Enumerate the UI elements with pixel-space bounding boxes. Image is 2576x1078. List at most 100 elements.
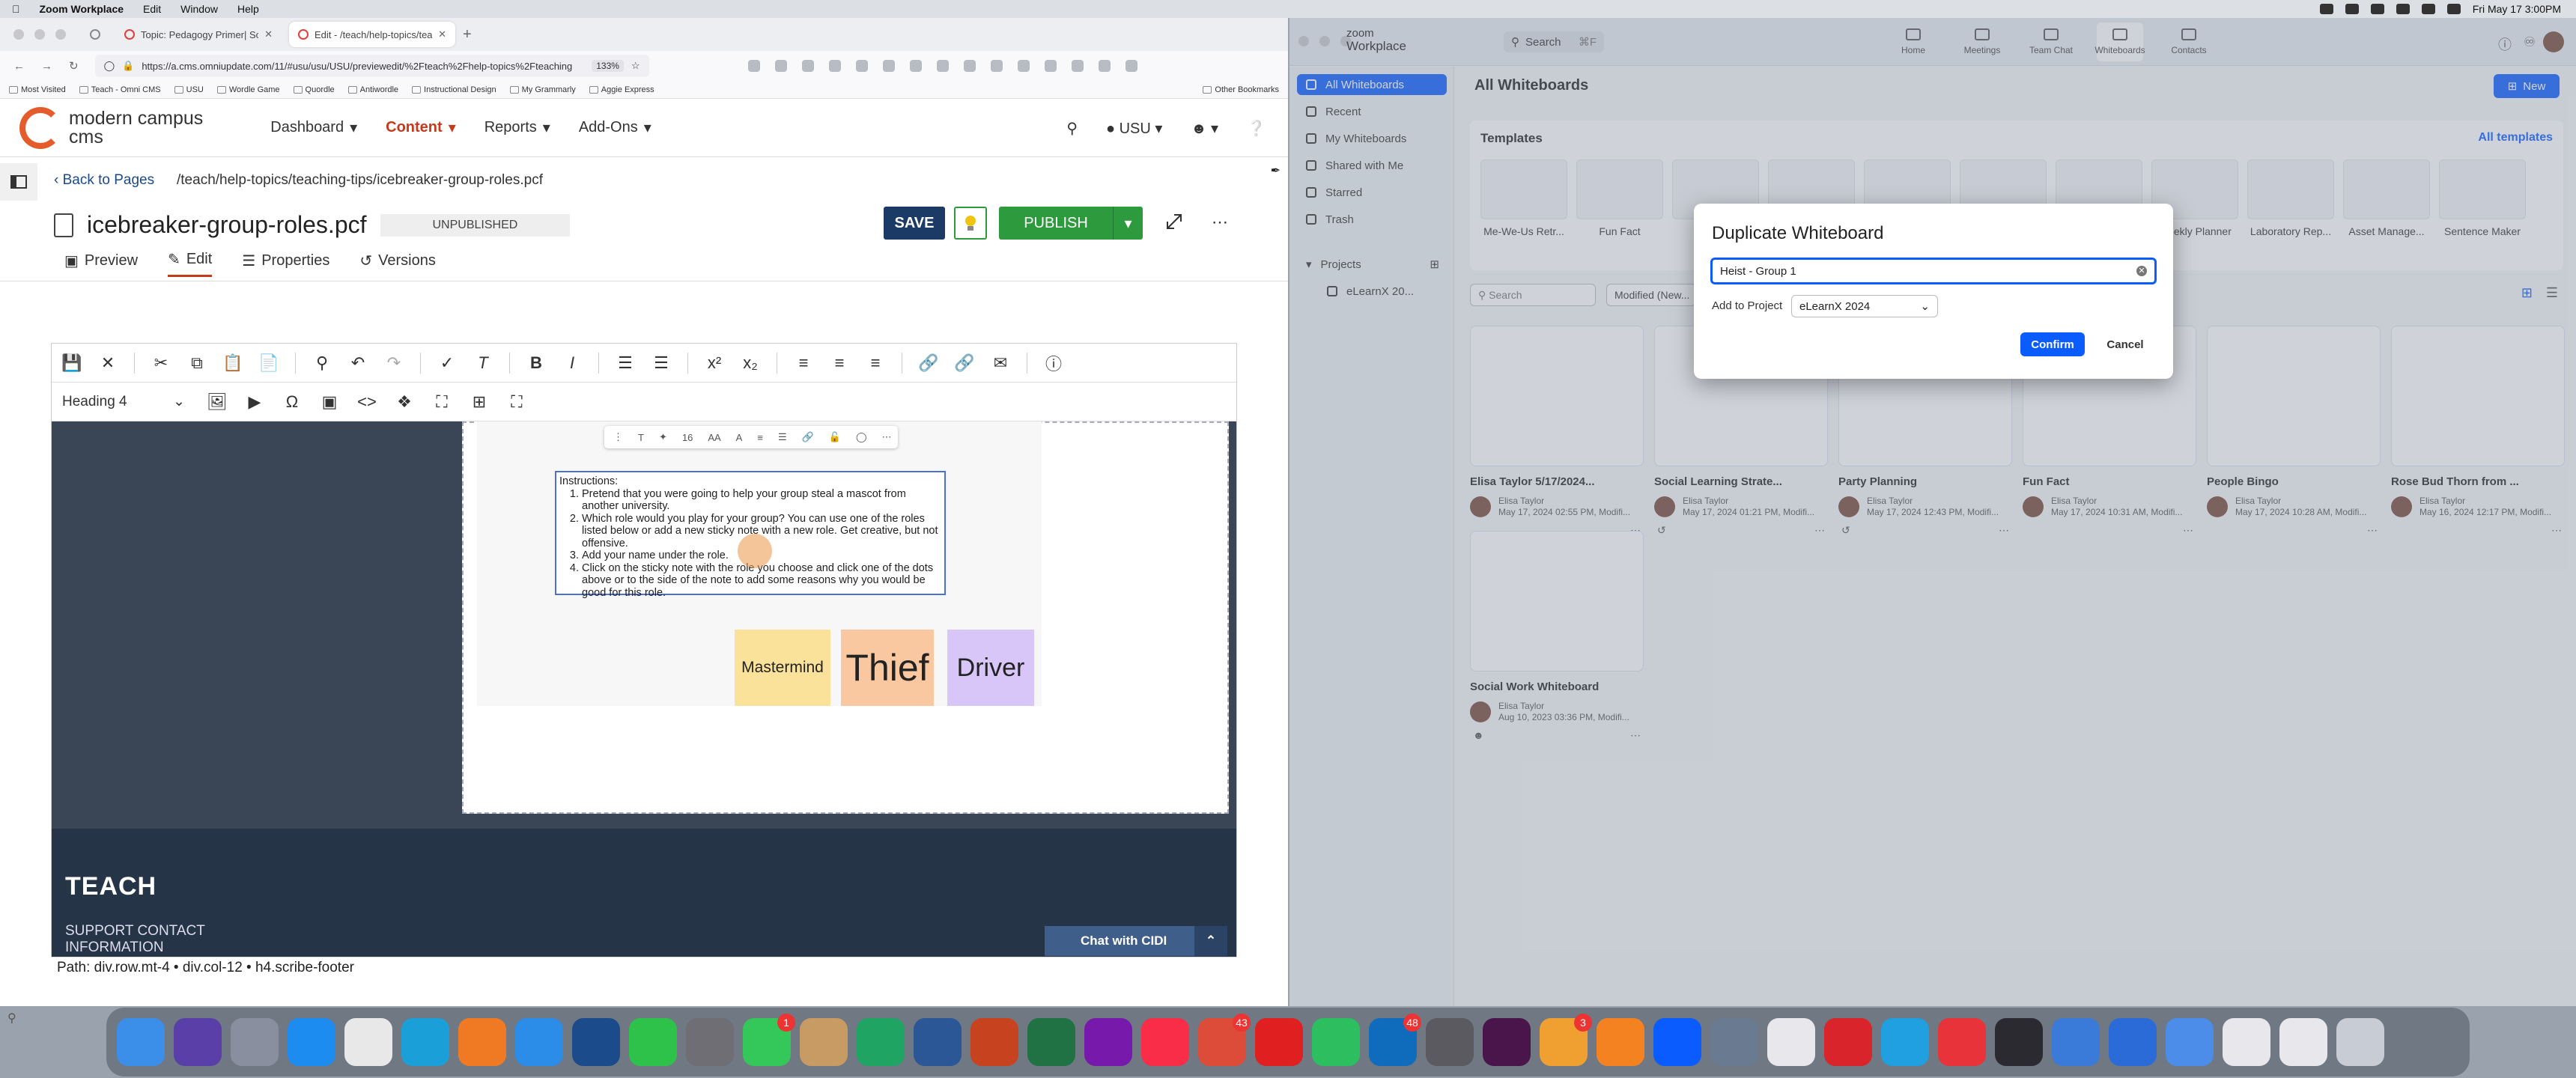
sticky-note-mastermind[interactable]: Mastermind: [735, 630, 830, 706]
control-center-icon[interactable]: [2446, 4, 2461, 14]
freeform-icon[interactable]: [1767, 1018, 1815, 1066]
screen-record-icon[interactable]: [1938, 1018, 1986, 1066]
snippet-icon[interactable]: ▣: [320, 392, 339, 412]
menu-help[interactable]: Help: [237, 3, 259, 15]
recent-document-icon[interactable]: [2223, 1018, 2270, 1066]
reload-icon[interactable]: ↻: [69, 59, 79, 73]
lock-icon[interactable]: 🔓: [829, 431, 841, 443]
font-color-icon[interactable]: A: [736, 432, 743, 443]
status-icon[interactable]: [2370, 4, 2384, 14]
bookmark-item[interactable]: Quordle: [293, 85, 335, 94]
bookmark-item[interactable]: Antiwordle: [347, 85, 398, 94]
app-icon[interactable]: [1881, 1018, 1929, 1066]
help-icon[interactable]: ❔: [1247, 119, 1266, 138]
search-icon[interactable]: ⚲: [7, 1011, 16, 1026]
extension-icon[interactable]: [1071, 60, 1084, 72]
extension-icon[interactable]: [990, 60, 1003, 72]
link-icon[interactable]: 🔗: [918, 353, 938, 373]
pinned-tab[interactable]: [82, 22, 108, 47]
zoom-icon[interactable]: [1653, 1018, 1701, 1066]
app-store-icon[interactable]: [288, 1018, 335, 1066]
library-icon[interactable]: [801, 60, 814, 72]
chat-button[interactable]: Chat with CIDI ⌃: [1045, 926, 1227, 956]
zoom-level[interactable]: 133%: [592, 60, 624, 72]
clear-input-icon[interactable]: ✕: [2136, 266, 2147, 276]
list-icon[interactable]: ☰: [778, 431, 787, 443]
todoist-icon[interactable]: 43: [1198, 1014, 1251, 1066]
wifi-icon[interactable]: [2421, 4, 2435, 14]
nav-content[interactable]: Content ▾: [386, 118, 456, 137]
more-icon[interactable]: ⋯: [882, 431, 892, 443]
firefox-icon[interactable]: [458, 1018, 506, 1066]
clear-format-icon[interactable]: T: [473, 353, 493, 373]
lightbulb-icon[interactable]: [954, 207, 987, 240]
nav-add-ons[interactable]: Add-Ons ▾: [579, 118, 651, 137]
bookmark-star-icon[interactable]: ☆: [631, 60, 640, 72]
cancel-button[interactable]: Cancel: [2095, 332, 2155, 356]
tab-edit[interactable]: ✎ Edit: [168, 250, 213, 277]
finder-icon[interactable]: [117, 1018, 165, 1066]
more-options-icon[interactable]: ⋯: [1212, 213, 1228, 232]
align-icon[interactable]: ≡: [757, 432, 763, 443]
url-text[interactable]: https://a.cms.omniupdate.com/11/#usu/usu…: [142, 61, 584, 72]
facetime-icon[interactable]: [629, 1018, 677, 1066]
save-button[interactable]: SAVE: [884, 207, 945, 240]
save-icon[interactable]: 💾: [61, 353, 82, 373]
safari-icon[interactable]: [515, 1018, 563, 1066]
whiteboard-name-input[interactable]: Heist - Group 1 ✕: [1710, 258, 2157, 284]
nav-dashboard[interactable]: Dashboard ▾: [270, 118, 357, 137]
cut-icon[interactable]: ✂: [151, 353, 171, 373]
other-bookmarks[interactable]: Other Bookmarks: [1203, 85, 1279, 94]
copy-icon[interactable]: ⧉: [187, 353, 207, 373]
project-select[interactable]: eLearnX 2024 ⌄: [1791, 295, 1938, 317]
zoom-window-button[interactable]: [55, 29, 66, 40]
close-tab-icon[interactable]: ✕: [264, 28, 273, 40]
apple-icon[interactable]: : [12, 3, 20, 15]
sticky-note-thief[interactable]: Thief: [841, 630, 934, 706]
music-icon[interactable]: [1141, 1018, 1189, 1066]
launchpad-icon[interactable]: [231, 1018, 279, 1066]
bookmark-item[interactable]: Instructional Design: [412, 85, 496, 94]
app-icon[interactable]: [2109, 1018, 2157, 1066]
bookmark-item[interactable]: Wordle Game: [216, 85, 280, 94]
excel-icon[interactable]: [1027, 1018, 1075, 1066]
chevron-up-icon[interactable]: ⌃: [1194, 926, 1227, 956]
bookmark-item[interactable]: My Grammarly: [509, 85, 576, 94]
siri-icon[interactable]: [174, 1018, 222, 1066]
new-tab-icon[interactable]: +: [463, 26, 472, 43]
phone-app-icon[interactable]: [572, 1018, 620, 1066]
app-icon[interactable]: [1995, 1018, 2043, 1066]
search-icon[interactable]: ⚲: [1066, 119, 1078, 138]
close-tab-icon[interactable]: ✕: [438, 28, 446, 40]
slack-icon[interactable]: [1483, 1018, 1531, 1066]
bookmark-item[interactable]: USU: [174, 85, 204, 94]
bookmark-item[interactable]: Most Visited: [9, 85, 66, 94]
tab-properties[interactable]: ☰ Properties: [242, 250, 329, 277]
status-icon[interactable]: [2345, 4, 2359, 14]
spellcheck-icon[interactable]: ✓: [437, 353, 457, 373]
instructions-text-box[interactable]: Instructions: Pretend that you were goin…: [555, 471, 946, 599]
back-arrow-icon[interactable]: ←: [13, 60, 25, 73]
image-icon[interactable]: 🖼: [207, 392, 228, 412]
shield-icon[interactable]: ◯: [104, 60, 115, 72]
style-icon[interactable]: ✦: [659, 431, 667, 443]
extension-icon[interactable]: [882, 60, 895, 72]
italic-icon[interactable]: I: [562, 353, 582, 373]
sidebar-toggle-icon[interactable]: [0, 163, 37, 201]
close-window-button[interactable]: [13, 29, 24, 40]
tab-preview[interactable]: ▣ Preview: [64, 250, 138, 277]
close-icon[interactable]: ✕: [98, 353, 118, 373]
cms-logo[interactable]: modern campus cms: [19, 106, 203, 149]
app-icon[interactable]: [2052, 1018, 2100, 1066]
bookmark-item[interactable]: Aggie Express: [589, 85, 654, 94]
status-icon[interactable]: [2319, 4, 2333, 14]
app-icon[interactable]: [1597, 1018, 1644, 1066]
calculator-icon[interactable]: [1426, 1018, 1474, 1066]
align-right-icon[interactable]: ≡: [866, 353, 885, 373]
downloads-folder-icon[interactable]: [2166, 1018, 2214, 1066]
format-select[interactable]: Heading 4 ⌄: [62, 390, 189, 414]
publish-dropdown-icon[interactable]: ▾: [1113, 207, 1143, 240]
menu-clock[interactable]: Fri May 17 3:00PM: [2473, 3, 2561, 15]
edge-icon[interactable]: [401, 1018, 449, 1066]
publish-button[interactable]: PUBLISH ▾: [999, 207, 1143, 240]
